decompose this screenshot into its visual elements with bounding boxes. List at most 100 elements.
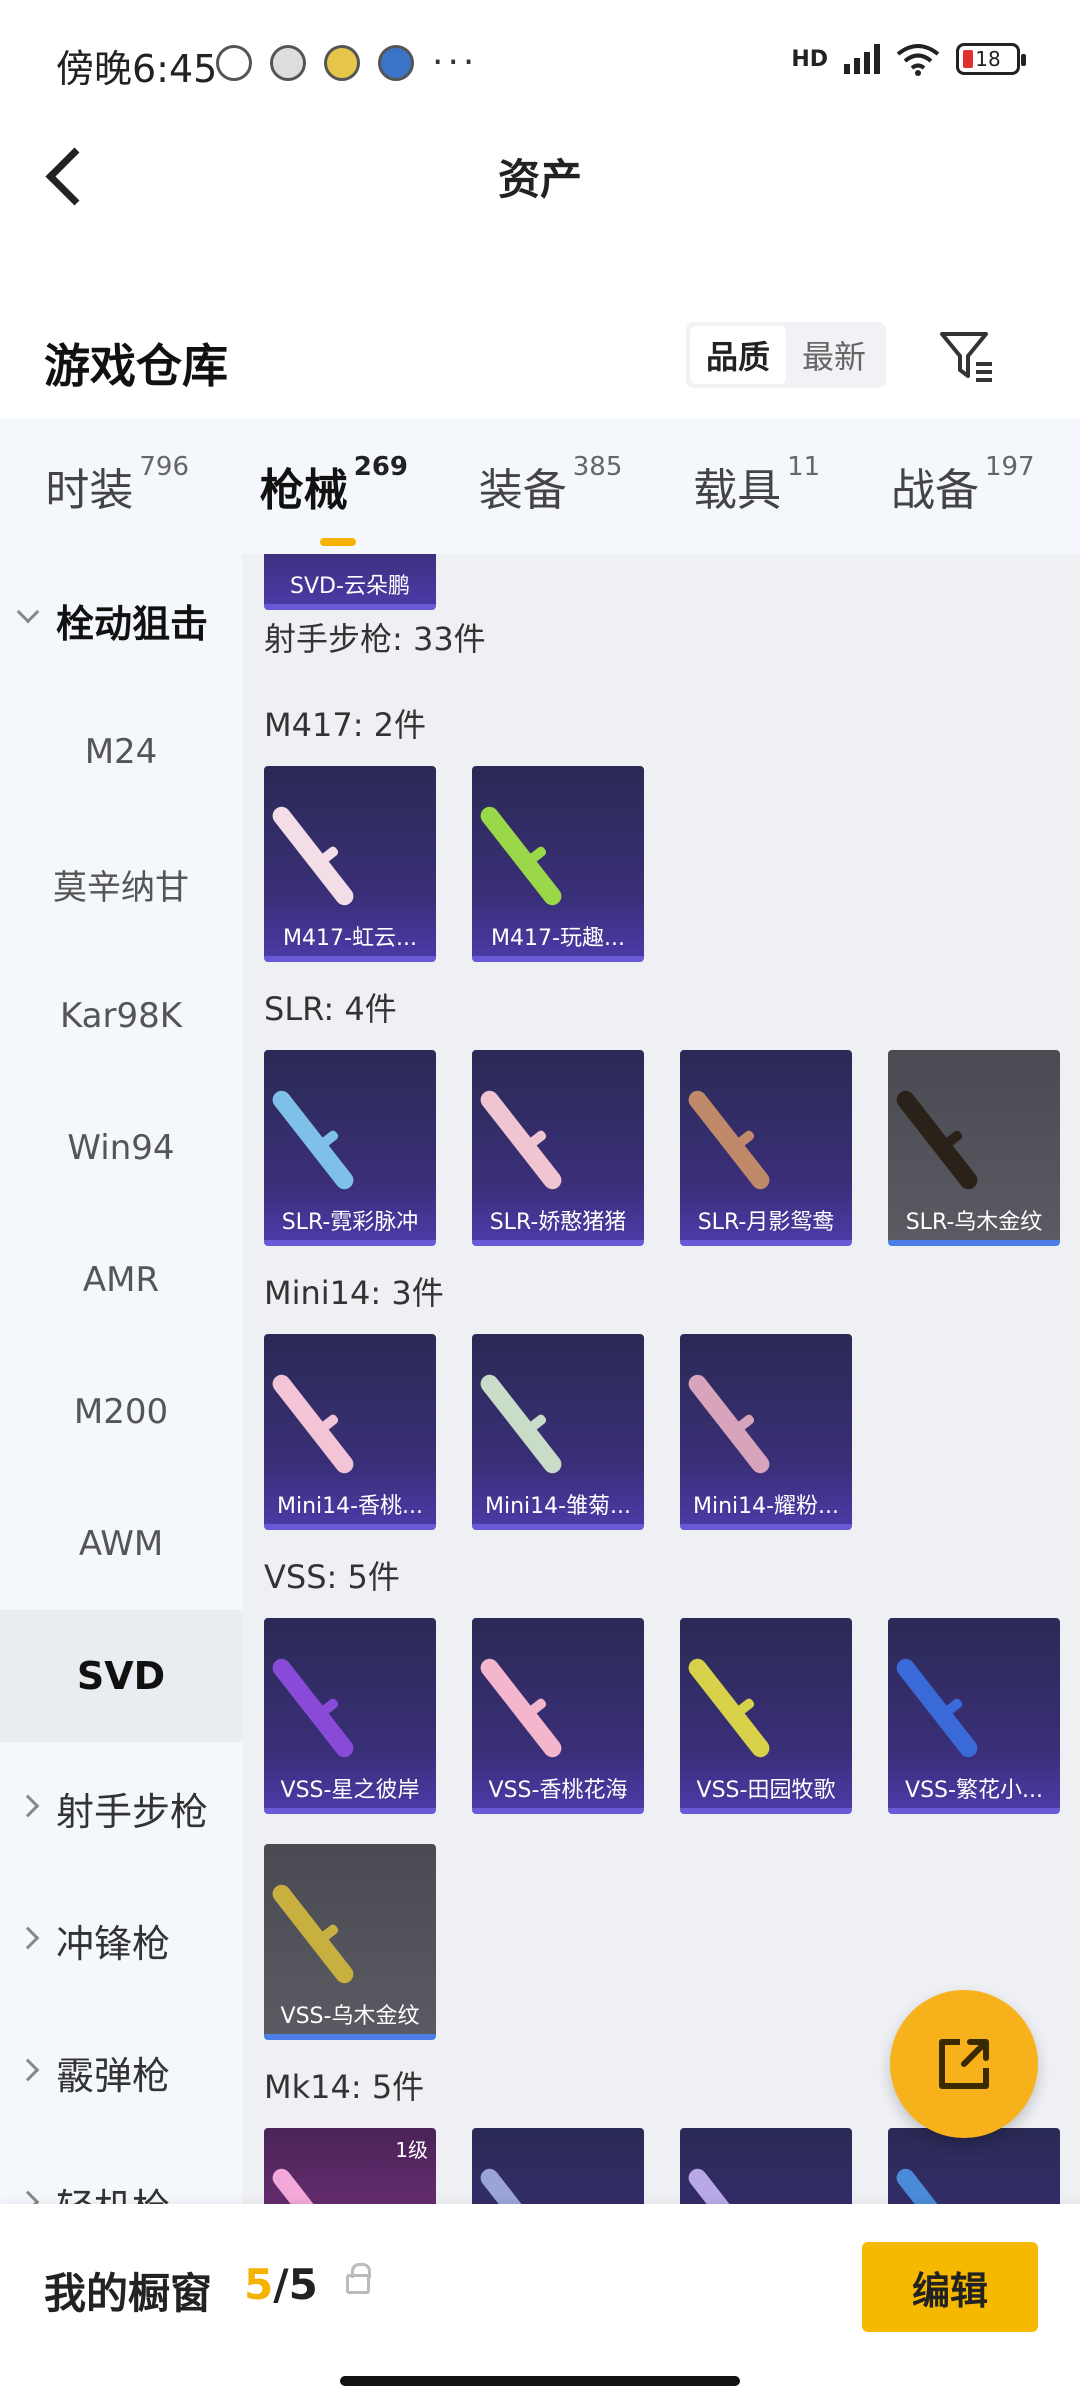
rifle-icon (268, 1655, 358, 1761)
weapon-card[interactable]: SVD-云朵鹏 (264, 554, 436, 610)
weapon-card[interactable]: M417-玩趣... (472, 766, 644, 962)
rifle-icon (476, 1087, 566, 1193)
sidebar-item-awm[interactable]: AWM (0, 1478, 242, 1610)
sidebar-item-m24[interactable]: M24 (0, 686, 242, 818)
sidebar-group-smg[interactable]: 冲锋枪 (0, 1874, 242, 2006)
battery-icon: 18 (956, 43, 1026, 75)
rifle-icon (684, 1087, 774, 1193)
rifle-icon (268, 2165, 358, 2204)
section-title: 游戏仓库 (44, 339, 228, 393)
rifle-icon (892, 1087, 982, 1193)
rifle-icon (684, 1655, 774, 1761)
tab-vehicles[interactable]: 载具 11 (693, 452, 820, 518)
weapon-card[interactable] (888, 2128, 1060, 2204)
sort-option-quality[interactable]: 品质 (690, 326, 786, 384)
chevron-down-icon (16, 600, 40, 624)
sidebar-group-lmg[interactable]: 轻机枪 (0, 2138, 242, 2204)
tab-firearms[interactable]: 枪械 269 (259, 452, 408, 546)
app-notification-icon (270, 44, 306, 81)
lock-icon (346, 2263, 371, 2294)
weapon-card[interactable]: VSS-星之彼岸 (264, 1618, 436, 1814)
weapon-card-name: Mini14-雏菊... (484, 1494, 632, 1519)
alarm-icon (216, 44, 252, 81)
wifi-icon (896, 44, 940, 76)
tab-label: 载具 (693, 465, 782, 516)
weapon-card[interactable]: Mini14-雏菊... (472, 1334, 644, 1530)
weapon-card-name: VSS-乌木金纹 (280, 2004, 420, 2029)
weapon-card-name: VSS-香桃花海 (488, 1778, 628, 1803)
rifle-icon (684, 2165, 774, 2204)
home-indicator[interactable] (340, 2376, 740, 2386)
weapon-group-label: VSS: 5件 (264, 1558, 400, 1596)
weapon-card-name: VSS-田园牧歌 (696, 1778, 836, 1803)
tab-supplies[interactable]: 战备 197 (890, 452, 1035, 518)
sidebar-group-label: 轻机枪 (56, 2177, 170, 2205)
weapon-card[interactable]: SLR-霓彩脉冲 (264, 1050, 436, 1246)
weapon-group-label: Mk14: 5件 (264, 2068, 425, 2106)
sidebar-item-svd[interactable]: SVD (0, 1610, 242, 1742)
weapon-group-label: M417: 2件 (264, 706, 427, 744)
category-heading: 射手步枪: 33件 (264, 620, 486, 658)
sidebar-item-mosin[interactable]: 莫辛纳甘 (0, 818, 242, 950)
page-title: 资产 (497, 155, 582, 204)
weapon-type-sidebar: 栓动狙击 M24 莫辛纳甘 Kar98K Win94 AMR M200 AWM … (0, 554, 242, 2204)
weapon-card-name: VSS-星之彼岸 (280, 1778, 420, 1803)
category-tabs: 时装 796 枪械 269 装备 385 载具 11 战备 197 (0, 418, 1080, 554)
weapon-card-name: SLR-月影鸳鸯 (697, 1210, 835, 1235)
weapon-card-name: SVD-云朵鹏 (290, 574, 410, 599)
weapon-card[interactable] (680, 2128, 852, 2204)
signal-icon (844, 44, 880, 74)
sort-option-newest[interactable]: 最新 (786, 326, 882, 384)
weapon-group-label: SLR: 4件 (264, 990, 397, 1028)
status-bar: 傍晚6:45 ··· HD 18 (0, 0, 1080, 120)
sidebar-item-kar98k[interactable]: Kar98K (0, 950, 242, 1082)
weapon-card-name: M417-玩趣... (491, 926, 625, 951)
more-notifications-icon: ··· (432, 42, 479, 83)
sidebar-item-amr[interactable]: AMR (0, 1214, 242, 1346)
sort-toggle: 品质 最新 (686, 322, 886, 388)
showcase-bar: 我的橱窗 5/5 编辑 (0, 2204, 1080, 2400)
chevron-right-icon (16, 1926, 40, 1950)
sidebar-group-label: 冲锋枪 (56, 1921, 171, 1966)
sidebar-group-shotgun[interactable]: 霰弹枪 (0, 2006, 242, 2138)
status-time: 傍晚6:45 (56, 47, 218, 91)
weapon-group-label: Mini14: 3件 (264, 1274, 444, 1312)
weapon-card[interactable]: 1级 (264, 2128, 436, 2204)
rifle-icon (476, 1655, 566, 1761)
weapon-card-name: Mini14-耀粉... (692, 1494, 840, 1519)
weapon-card[interactable]: VSS-香桃花海 (472, 1618, 644, 1814)
weapon-card[interactable]: M417-虹云... (264, 766, 436, 962)
sidebar-group-label: 栓动狙击 (56, 601, 209, 646)
sidebar-item-m200[interactable]: M200 (0, 1346, 242, 1478)
chevron-right-icon (16, 2058, 40, 2082)
weapon-card[interactable]: SLR-乌木金纹 (888, 1050, 1060, 1246)
showcase-separator: / (273, 2260, 289, 2309)
filter-button[interactable] (936, 326, 996, 386)
weapon-card[interactable]: VSS-繁花小... (888, 1618, 1060, 1814)
weapon-card[interactable]: VSS-田园牧歌 (680, 1618, 852, 1814)
weapon-card[interactable] (472, 2128, 644, 2204)
chevron-right-icon (16, 2190, 40, 2204)
sidebar-group-label: 霰弹枪 (56, 2053, 171, 2098)
rifle-icon (476, 1371, 566, 1477)
sidebar-group-marksman[interactable]: 射手步枪 (0, 1742, 242, 1874)
edit-button[interactable]: 编辑 (862, 2242, 1038, 2332)
showcase-current: 5 (244, 2260, 274, 2309)
tab-equipment[interactable]: 装备 385 (478, 452, 623, 518)
weapon-card[interactable]: SLR-月影鸳鸯 (680, 1050, 852, 1246)
sidebar-group-bolt-action[interactable]: 栓动狙击 (0, 554, 242, 686)
weapon-card[interactable]: Mini14-香桃... (264, 1334, 436, 1530)
sidebar-item-win94[interactable]: Win94 (0, 1082, 242, 1214)
tab-label: 装备 (478, 465, 567, 516)
tab-label: 枪械 (259, 465, 348, 516)
weapon-card[interactable]: VSS-乌木金纹 (264, 1844, 436, 2040)
tab-count: 385 (572, 452, 623, 482)
tab-fashion[interactable]: 时装 796 (45, 452, 189, 518)
tab-label: 战备 (890, 465, 979, 516)
weapon-card[interactable]: SLR-娇憨猪猪 (472, 1050, 644, 1246)
weapon-card-name: Mini14-香桃... (276, 1494, 424, 1519)
rifle-icon (268, 1881, 358, 1987)
weapon-card[interactable]: Mini14-耀粉... (680, 1334, 852, 1530)
share-button[interactable] (890, 1990, 1038, 2138)
level-badge: 1级 (395, 2138, 428, 2162)
